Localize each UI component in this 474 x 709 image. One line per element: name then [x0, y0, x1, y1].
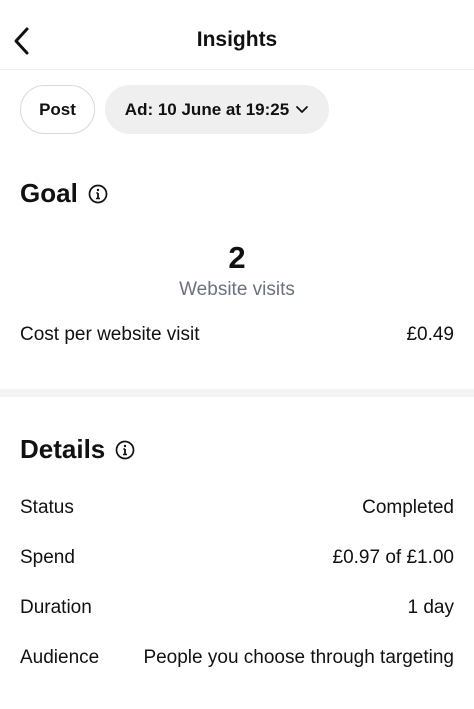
info-icon[interactable]: [88, 184, 108, 204]
cost-per-visit-row: Cost per website visit £0.49: [20, 324, 454, 346]
duration-label: Duration: [20, 597, 92, 618]
website-visits-count: 2: [228, 240, 246, 275]
duration-row: Duration 1 day: [20, 597, 454, 619]
details-section-header: Details: [20, 434, 135, 465]
status-row: Status Completed: [20, 497, 454, 519]
chevron-down-icon: [296, 105, 309, 113]
status-label: Status: [20, 497, 74, 518]
spend-row: Spend £0.97 of £1.00: [20, 547, 454, 569]
info-icon[interactable]: [115, 440, 135, 460]
page-title: Insights: [196, 28, 278, 51]
website-visits-label: Website visits: [179, 279, 295, 300]
spend-label: Spend: [20, 547, 75, 568]
audience-label: Audience: [20, 647, 100, 668]
status-value: Completed: [362, 497, 454, 518]
goal-title: Goal: [20, 178, 78, 208]
ad-date-dropdown[interactable]: Ad: 10 June at 19:25: [105, 85, 329, 134]
cost-per-visit-label: Cost per website visit: [20, 324, 200, 345]
top-bar: Insights: [0, 0, 474, 70]
audience-row: Audience People you choose through targe…: [20, 647, 454, 669]
spend-value: £0.97 of £1.00: [332, 547, 455, 568]
post-filter-chip[interactable]: Post: [20, 85, 95, 134]
section-divider: [0, 389, 474, 397]
audience-value: People you choose through targeting: [143, 647, 454, 668]
duration-value: 1 day: [407, 597, 454, 618]
cost-per-visit-value: £0.49: [406, 324, 454, 345]
post-filter-label: Post: [39, 99, 76, 119]
ad-date-label: Ad: 10 June at 19:25: [124, 99, 290, 119]
details-title: Details: [20, 434, 106, 464]
goal-section-header: Goal: [20, 178, 108, 209]
